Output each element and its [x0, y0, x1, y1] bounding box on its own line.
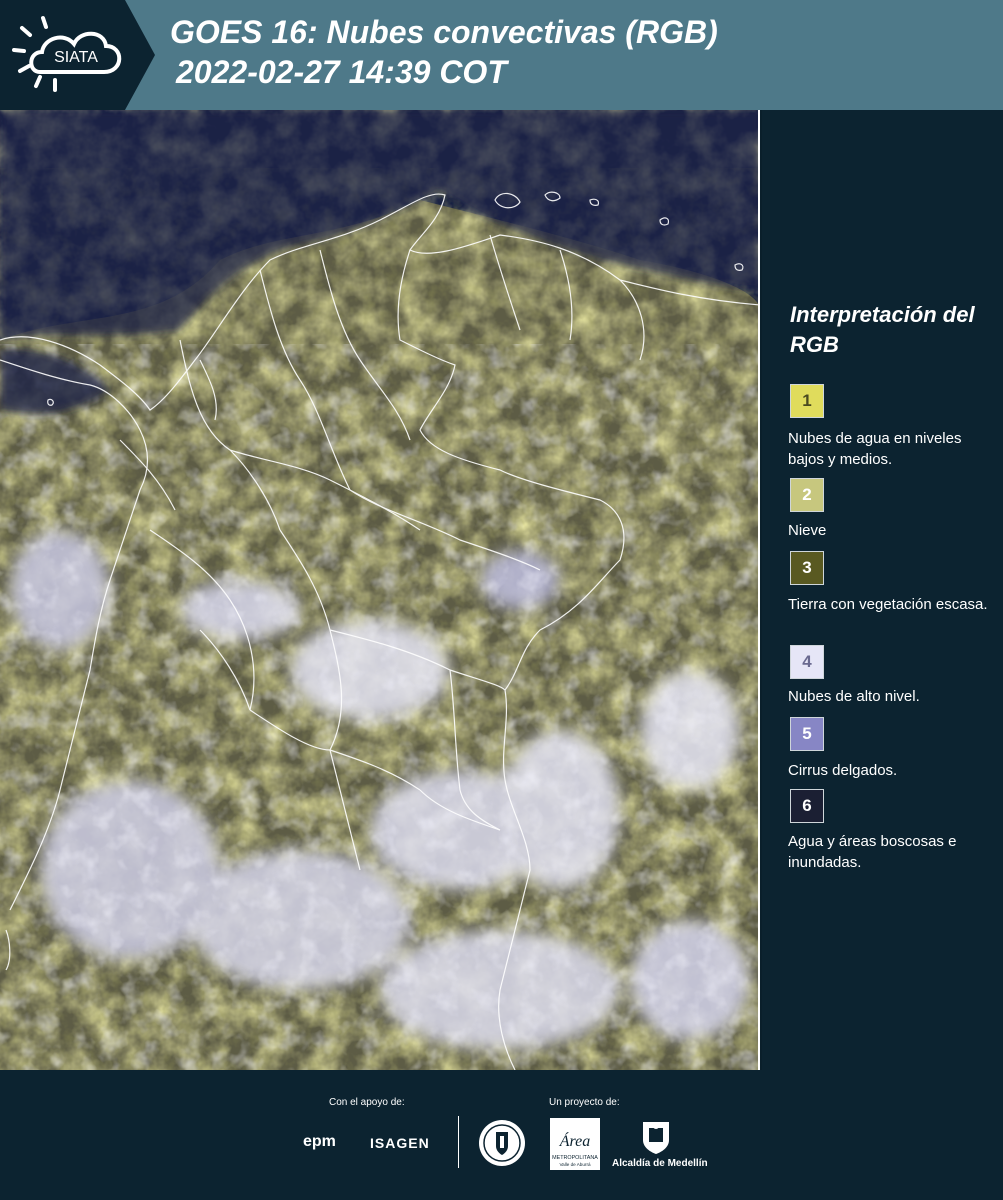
alcaldia-medellin-label: Alcaldía de Medellín	[612, 1158, 708, 1169]
legend-number-4: 4	[802, 652, 812, 671]
legend-swatch-5: 5	[790, 717, 824, 751]
legend-number-6: 6	[802, 796, 812, 815]
university-seal-icon	[479, 1120, 525, 1166]
satellite-image	[0, 110, 760, 1070]
legend-label-6: Agua y áreas boscosas e inundadas.	[788, 833, 957, 871]
legend-number-5: 5	[802, 724, 812, 743]
legend-number-3: 3	[802, 558, 812, 577]
area-logo-title: Área	[559, 1131, 591, 1150]
legend-swatch-1: 1	[790, 384, 824, 418]
area-logo-region: Valle de Aburrá	[559, 1162, 591, 1167]
isagen-logo: ISAGEN	[370, 1135, 430, 1151]
legend-swatch-6: 6	[790, 789, 824, 823]
legend-label-1: Nubes de agua en niveles bajos y medios.	[788, 430, 962, 468]
project-label: Un proyecto de:	[549, 1097, 620, 1108]
siata-logo: SIATA	[0, 0, 155, 110]
support-label: Con el apoyo de:	[329, 1097, 405, 1108]
area-logo-subtitle: METROPOLITANA	[552, 1155, 598, 1161]
legend-label-5: Cirrus delgados.	[788, 762, 898, 779]
legend-label-2: Nieve	[788, 522, 827, 539]
legend-swatch-2: 2	[790, 478, 824, 512]
logo-text: SIATA	[54, 49, 98, 66]
footer-divider	[458, 1116, 459, 1168]
legend-panel: Interpretación del RGB 1 Nubes de agua e…	[762, 110, 1003, 1070]
legend-label-3: Tierra con vegetación escasa.	[788, 596, 988, 613]
legend-label-4: Nubes de alto nivel.	[788, 688, 920, 705]
city-shield-icon	[643, 1122, 669, 1154]
legend-swatch-3: 3	[790, 551, 824, 585]
page-title: GOES 16: Nubes convectivas (RGB)	[170, 14, 718, 50]
epm-logo: epm	[303, 1133, 336, 1150]
page-timestamp: 2022-02-27 14:39 COT	[176, 54, 507, 90]
legend-swatch-4: 4	[790, 645, 824, 679]
legend-number-2: 2	[802, 485, 812, 504]
area-metropolitana-logo: Área METROPOLITANA Valle de Aburrá	[550, 1118, 600, 1170]
legend-title: Interpretación del RGB	[790, 302, 975, 357]
header-bar: SIATA GOES 16: Nubes convectivas (RGB) 2…	[0, 0, 1003, 110]
legend-number-1: 1	[802, 391, 812, 410]
